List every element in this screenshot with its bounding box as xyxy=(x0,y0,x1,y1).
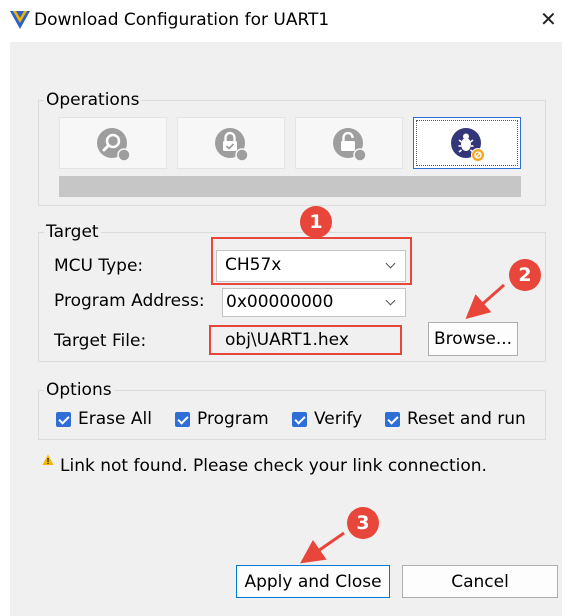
status-message: Link not found. Please check your link c… xyxy=(60,456,487,476)
debug-button[interactable] xyxy=(413,117,521,169)
verify-checkbox[interactable] xyxy=(292,412,307,427)
unlock-button[interactable] xyxy=(295,117,403,169)
query-button[interactable] xyxy=(59,117,167,169)
verify-label[interactable]: Verify xyxy=(314,409,362,429)
chevron-down-icon xyxy=(385,258,396,269)
apply-and-close-button[interactable]: Apply and Close xyxy=(236,565,390,598)
mcu-type-label: MCU Type: xyxy=(54,256,144,276)
chevron-down-icon xyxy=(385,295,396,306)
erase-all-checkbox[interactable] xyxy=(56,412,71,427)
options-legend: Options xyxy=(44,380,114,400)
app-logo-icon xyxy=(10,11,30,29)
debug-bug-icon xyxy=(451,128,485,162)
warning-icon xyxy=(42,454,54,465)
erase-all-label[interactable]: Erase All xyxy=(78,409,152,429)
operations-legend: Operations xyxy=(44,90,142,110)
target-file-value: obj\UART1.hex xyxy=(225,330,349,350)
cancel-button[interactable]: Cancel xyxy=(402,565,558,598)
lock-button[interactable] xyxy=(177,117,285,169)
target-file-label: Target File: xyxy=(54,331,147,351)
step-3-badge: 3 xyxy=(347,507,379,539)
step-2-badge: 2 xyxy=(509,259,541,291)
browse-button[interactable]: Browse... xyxy=(428,322,518,356)
program-address-select[interactable]: 0x00000000 xyxy=(222,288,406,317)
program-address-label: Program Address: xyxy=(54,291,205,311)
program-checkbox[interactable] xyxy=(175,412,190,427)
progress-bar xyxy=(59,176,521,197)
unlock-icon xyxy=(333,128,367,162)
mcu-type-value: CH57x xyxy=(225,255,282,275)
step-1-badge: 1 xyxy=(300,206,332,238)
target-file-field[interactable]: obj\UART1.hex xyxy=(213,326,399,354)
lock-icon xyxy=(215,128,249,162)
window-title: Download Configuration for UART1 xyxy=(34,10,330,30)
reset-and-run-label[interactable]: Reset and run xyxy=(407,409,526,429)
program-address-value: 0x00000000 xyxy=(226,292,334,312)
target-legend: Target xyxy=(44,222,101,242)
close-icon[interactable]: ✕ xyxy=(540,9,557,29)
mcu-type-select[interactable]: CH57x xyxy=(216,250,406,282)
title-bar: Download Configuration for UART1 ✕ xyxy=(0,0,572,42)
reset-and-run-checkbox[interactable] xyxy=(385,412,400,427)
program-label[interactable]: Program xyxy=(197,409,269,429)
query-icon xyxy=(97,128,131,162)
